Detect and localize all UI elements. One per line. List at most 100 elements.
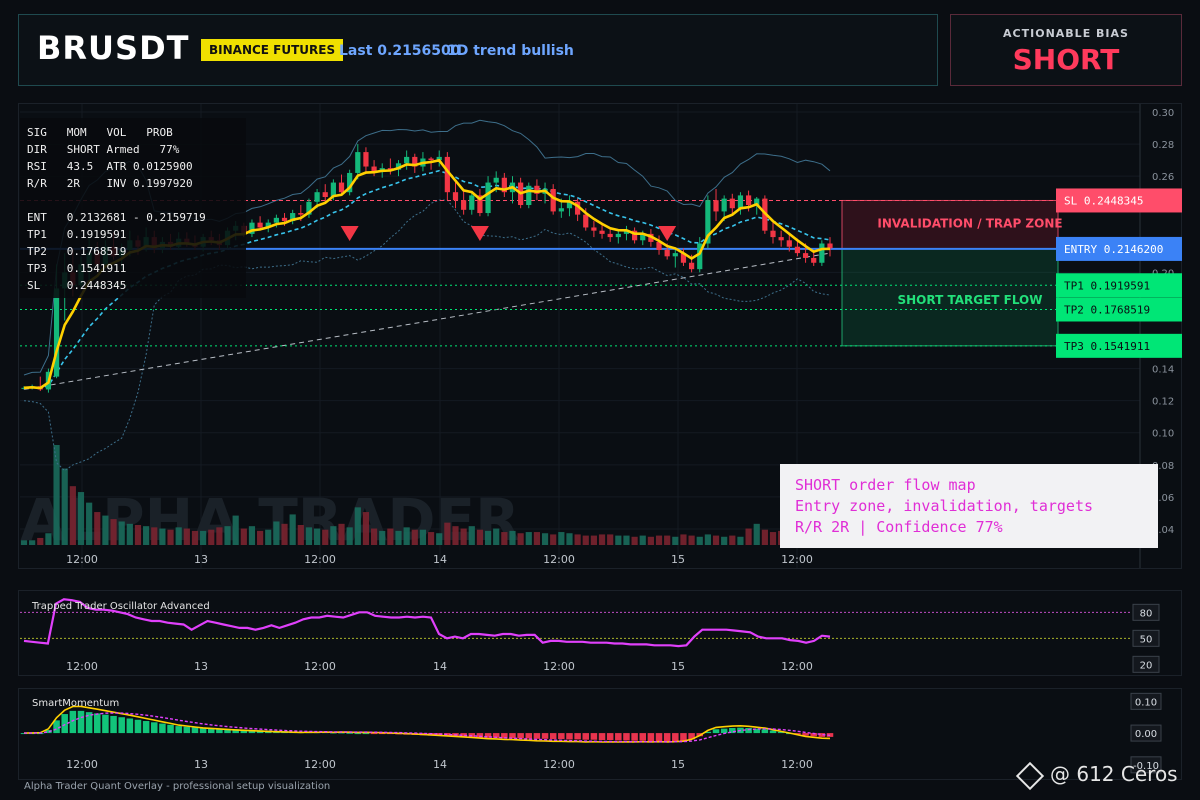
- volume-bar: [175, 527, 182, 545]
- volume-bar: [191, 530, 199, 545]
- volume-bar: [688, 535, 695, 545]
- candle-body: [558, 208, 564, 212]
- candle-body: [745, 195, 752, 206]
- volume-bar: [183, 528, 190, 545]
- momentum-bar: [525, 733, 533, 739]
- volume-bar: [37, 537, 44, 545]
- time-tick-label: 12:00: [781, 553, 813, 566]
- candle-body: [273, 217, 279, 223]
- time-tick-label: 12:00: [304, 553, 336, 566]
- momentum-title: SmartMomentum: [32, 698, 119, 709]
- volume-bar: [509, 530, 516, 545]
- mom-time-tick: 14: [433, 758, 447, 771]
- volume-bar: [452, 526, 459, 545]
- volume-bar: [346, 527, 353, 545]
- author-credit-text: @ 612 Ceros: [1050, 762, 1178, 786]
- volume-bar: [102, 515, 109, 545]
- volume-bar: [297, 525, 304, 545]
- volume-bar: [411, 529, 418, 545]
- volume-bar: [403, 527, 410, 545]
- mom-time-tick: 12:00: [543, 758, 575, 771]
- mom-tick-label: 0.00: [1135, 729, 1157, 740]
- momentum-bar: [631, 733, 638, 741]
- volume-bar: [94, 512, 101, 545]
- footer-caption: Alpha Trader Quant Overlay - professiona…: [24, 781, 331, 792]
- momentum-bar: [142, 721, 150, 734]
- volume-bar: [607, 534, 614, 545]
- volume-bar: [387, 528, 394, 545]
- candle-body: [794, 246, 801, 254]
- candle-body: [819, 243, 825, 263]
- volume-bar: [265, 529, 272, 545]
- volume-bar: [704, 534, 711, 545]
- mom-tick-label: 0.10: [1135, 697, 1157, 708]
- momentum-bar: [672, 733, 679, 742]
- note-line: SHORT order flow map: [795, 476, 976, 494]
- volume-bar: [672, 536, 679, 545]
- volume-bar: [379, 530, 386, 545]
- candle-body: [664, 249, 670, 257]
- osc-time-tick: 15: [671, 660, 685, 673]
- oscillator-title: Trapped Trader Oscillator Advanced: [31, 601, 210, 612]
- time-tick-label: 15: [671, 553, 685, 566]
- signal-info-box: SIG MOM VOL PROB DIR SHORT Armed 77% RSI 4…: [20, 118, 246, 298]
- volume-bar: [313, 528, 321, 545]
- momentum-bar: [167, 724, 174, 734]
- candle-body: [786, 240, 792, 247]
- momentum-bar: [362, 733, 370, 735]
- candle-body: [770, 230, 776, 238]
- candle-body: [583, 214, 589, 228]
- volume-bar: [134, 525, 142, 545]
- candle-body: [281, 217, 288, 222]
- momentum-bar: [655, 733, 663, 742]
- info-row: RSI 43.5 ATR 0.0125900: [27, 160, 193, 173]
- volume-bar: [200, 530, 207, 545]
- momentum-bar: [533, 733, 541, 739]
- volume-bar: [224, 526, 231, 545]
- volume-bar: [696, 536, 703, 545]
- candle-body: [672, 253, 678, 257]
- momentum-bar: [191, 727, 199, 734]
- volume-bar: [533, 532, 541, 545]
- osc-tick-label: 80: [1140, 608, 1153, 619]
- price-tick-label: 0.30: [1152, 108, 1174, 119]
- volume-bar: [769, 532, 777, 545]
- level-label: TP1 0.1919591: [1064, 279, 1150, 292]
- volume-bar: [541, 533, 549, 545]
- volume-bar: [639, 535, 646, 545]
- volume-bar: [86, 502, 93, 545]
- volume-bar: [362, 512, 370, 545]
- info-row: ENT 0.2132681 - 0.2159719: [27, 211, 206, 224]
- volume-bar: [468, 526, 475, 545]
- momentum-bar: [94, 713, 101, 734]
- mom-time-tick: 15: [671, 758, 685, 771]
- momentum-bar: [663, 733, 671, 742]
- momentum-bar: [134, 719, 142, 734]
- info-row: SL 0.2448345: [27, 279, 127, 292]
- candle-body: [322, 192, 328, 197]
- note-line: Entry zone, invalidation, targets: [795, 497, 1094, 515]
- sell-signal-icon: [470, 226, 489, 241]
- volume-bar: [590, 535, 597, 545]
- volume-bar: [566, 533, 573, 545]
- volume-bar: [745, 528, 752, 545]
- volume-bar: [61, 468, 68, 545]
- volume-bar: [647, 536, 654, 545]
- momentum-bar: [598, 733, 606, 741]
- volume-bar: [257, 530, 264, 545]
- candle-body: [802, 253, 809, 258]
- volume-bar: [370, 528, 378, 545]
- volume-bar: [419, 529, 427, 545]
- volume-bar: [664, 535, 671, 545]
- candle-body: [737, 195, 744, 209]
- price-tick-label: 0.14: [1152, 365, 1174, 376]
- momentum-bar: [517, 733, 524, 739]
- info-row: SIG MOM VOL PROB: [27, 126, 173, 139]
- volume-bar: [712, 535, 720, 545]
- mom-time-tick: 12:00: [304, 758, 336, 771]
- diamond-logo-icon: [1015, 761, 1045, 790]
- volume-bar: [151, 527, 158, 545]
- volume-bar: [525, 532, 532, 545]
- volume-bar: [240, 528, 247, 545]
- sell-signal-icon: [658, 226, 677, 241]
